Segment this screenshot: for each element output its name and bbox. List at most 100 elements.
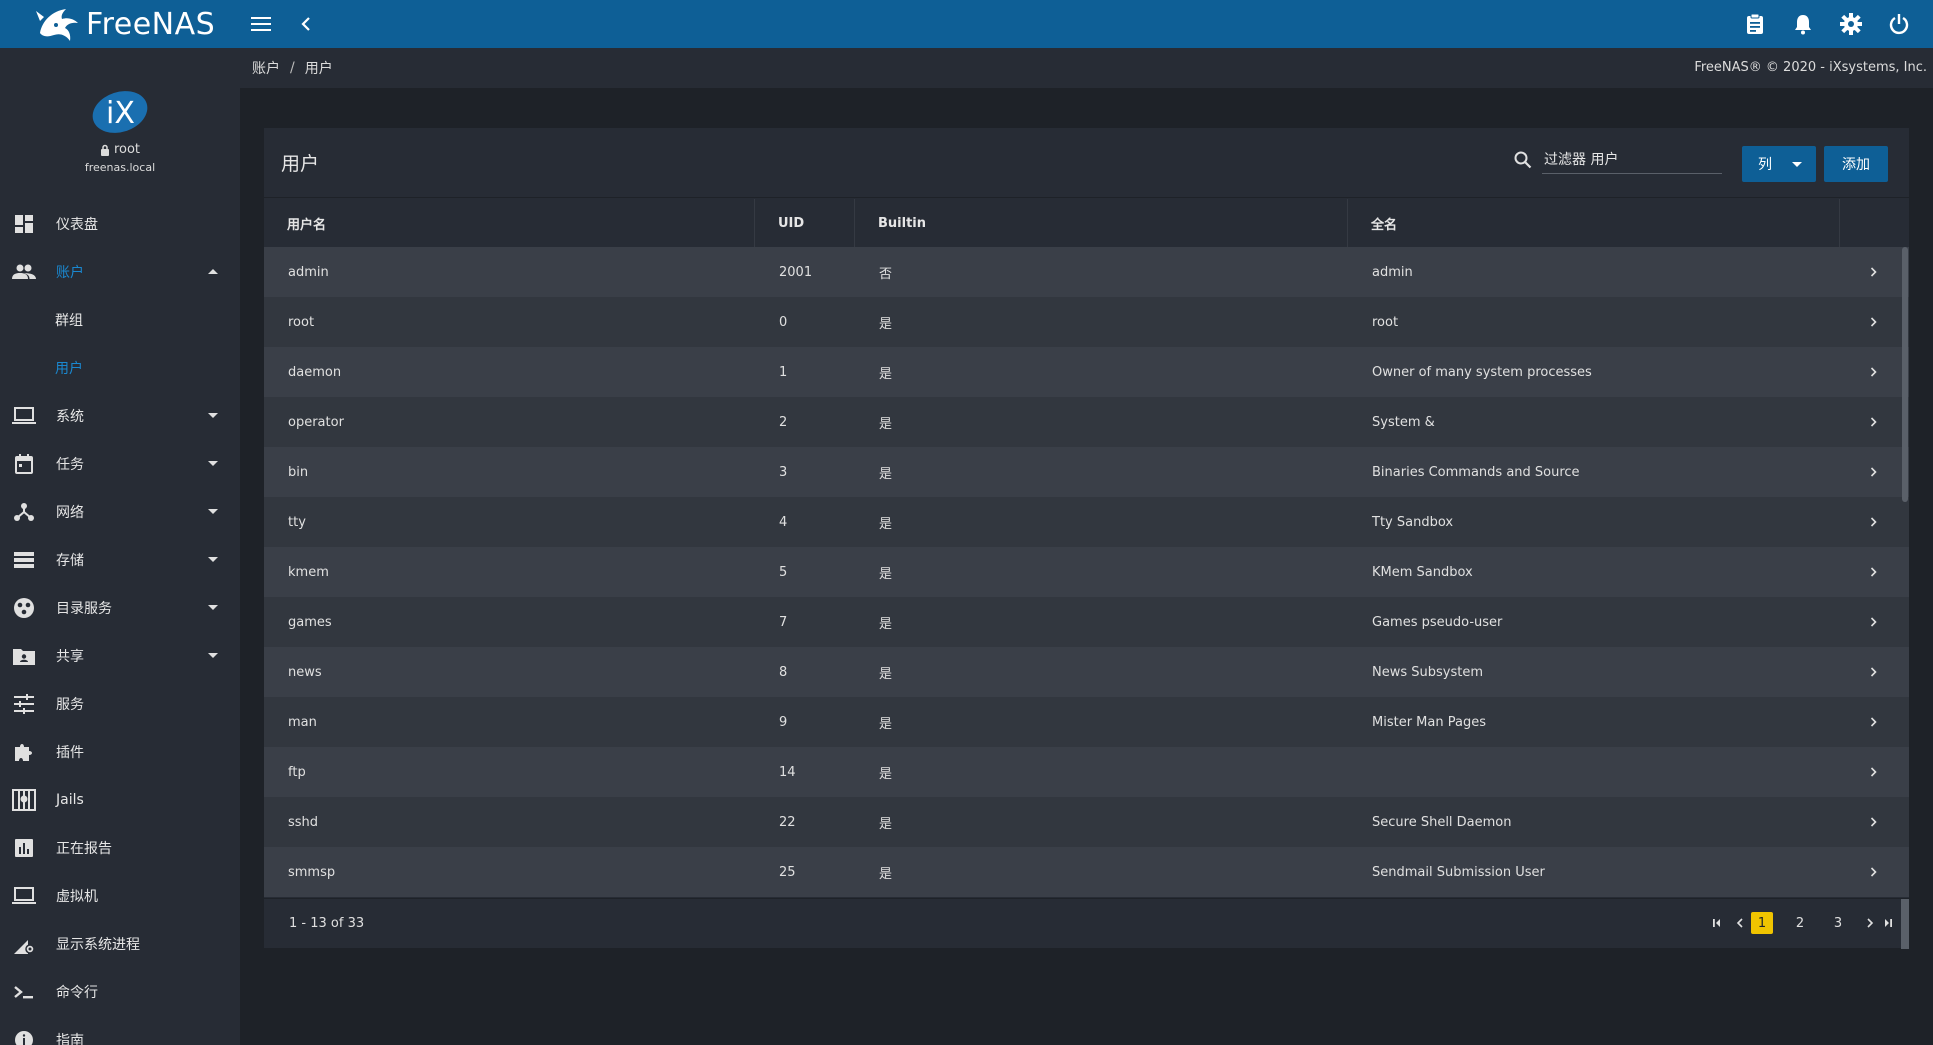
share-folder-icon xyxy=(12,644,36,668)
notifications-button[interactable] xyxy=(1779,0,1827,48)
table-row[interactable]: admin 2001 否 admin xyxy=(264,247,1909,297)
sidebar-item-users[interactable]: 用户 xyxy=(0,344,240,392)
add-user-button[interactable]: 添加 xyxy=(1824,146,1888,182)
sidebar-item-dashboard[interactable]: 仪表盘 xyxy=(0,200,240,248)
sidebar-item-guide[interactable]: 指南 xyxy=(0,1016,240,1045)
column-header-fullname[interactable]: 全名 xyxy=(1348,199,1840,247)
expand-row-button[interactable] xyxy=(1840,397,1894,447)
table-row[interactable]: daemon 1 是 Owner of many system processes xyxy=(264,347,1909,397)
process-icon xyxy=(12,932,36,956)
page-button-2[interactable]: 2 xyxy=(1789,912,1811,934)
sidebar-item-label: 正在报告 xyxy=(56,841,112,857)
task-manager-button[interactable] xyxy=(1731,0,1779,48)
settings-button[interactable] xyxy=(1827,0,1875,48)
menu-toggle-button[interactable] xyxy=(240,0,284,48)
table-row[interactable]: smmsp 25 是 Sendmail Submission User xyxy=(264,847,1909,897)
next-page-button[interactable] xyxy=(1865,912,1875,934)
expand-row-button[interactable] xyxy=(1840,447,1894,497)
table-row[interactable]: news 8 是 News Subsystem xyxy=(264,647,1909,697)
top-toolbar: FreeNAS xyxy=(0,0,1933,48)
sidebar-item-storage[interactable]: 存储 xyxy=(0,536,240,584)
chevron-down-icon xyxy=(208,653,218,658)
sidebar-item-shell[interactable]: 命令行 xyxy=(0,968,240,1016)
expand-row-button[interactable] xyxy=(1840,797,1894,847)
cell-builtin: 是 xyxy=(879,516,893,532)
sidebar-item-network[interactable]: 网络 xyxy=(0,488,240,536)
scrollbar-thumb[interactable] xyxy=(1902,247,1908,502)
ixsystems-logo: iX xyxy=(92,91,148,133)
sidebar-item-directory-services[interactable]: 目录服务 xyxy=(0,584,240,632)
sidebar-item-sharing[interactable]: 共享 xyxy=(0,632,240,680)
sidebar-item-services[interactable]: 服务 xyxy=(0,680,240,728)
expand-row-button[interactable] xyxy=(1840,297,1894,347)
cell-uid: 25 xyxy=(779,864,796,880)
table-row[interactable]: games 7 是 Games pseudo-user xyxy=(264,597,1909,647)
page-button-1[interactable]: 1 xyxy=(1751,912,1773,934)
chevron-down-icon xyxy=(208,605,218,610)
sidebar-item-label: 命令行 xyxy=(56,985,98,1001)
sidebar-item-jails[interactable]: Jails xyxy=(0,776,240,824)
search-input[interactable] xyxy=(1542,146,1722,174)
page-button-3[interactable]: 3 xyxy=(1827,912,1849,934)
cell-fullname: Binaries Commands and Source xyxy=(1372,464,1580,480)
expand-row-button[interactable] xyxy=(1840,247,1894,297)
sidebar-item-system[interactable]: 系统 xyxy=(0,392,240,440)
column-header-username[interactable]: 用户名 xyxy=(264,199,755,247)
cell-uid: 9 xyxy=(779,714,788,730)
expand-row-button[interactable] xyxy=(1840,747,1894,797)
power-button[interactable] xyxy=(1875,0,1923,48)
chevron-right-icon xyxy=(1870,617,1877,627)
cell-builtin: 否 xyxy=(879,266,893,282)
sidebar-item-label: 指南 xyxy=(56,1033,84,1045)
card-header: 用户 列 添加 xyxy=(264,128,1909,198)
sidebar-item-groups[interactable]: 群组 xyxy=(0,296,240,344)
cell-builtin: 是 xyxy=(879,716,893,732)
expand-row-button[interactable] xyxy=(1840,347,1894,397)
sidebar-item-system-processes[interactable]: 显示系统进程 xyxy=(0,920,240,968)
sidebar-item-plugins[interactable]: 插件 xyxy=(0,728,240,776)
freenas-logo[interactable]: FreeNAS xyxy=(0,0,240,48)
expand-row-button[interactable] xyxy=(1840,697,1894,747)
sidebar-item-accounts[interactable]: 账户 xyxy=(0,248,240,296)
cell-builtin: 是 xyxy=(879,866,893,882)
sidebar-item-reporting[interactable]: 正在报告 xyxy=(0,824,240,872)
sidebar-item-tasks[interactable]: 任务 xyxy=(0,440,240,488)
cell-fullname: News Subsystem xyxy=(1372,664,1484,680)
chevron-down-icon xyxy=(208,509,218,514)
cell-username: bin xyxy=(288,464,309,480)
columns-button[interactable]: 列 xyxy=(1742,146,1816,182)
sidebar-item-label: 虚拟机 xyxy=(56,889,98,905)
sidebar-item-label: Jails xyxy=(56,792,84,808)
gear-icon xyxy=(1840,13,1862,35)
expand-row-button[interactable] xyxy=(1840,847,1894,897)
sidebar-item-label: 系统 xyxy=(56,409,84,425)
breadcrumb-accounts[interactable]: 账户 xyxy=(252,58,280,78)
column-header-builtin[interactable]: Builtin xyxy=(855,199,1348,247)
table-row[interactable]: kmem 5 是 KMem Sandbox xyxy=(264,547,1909,597)
table-row[interactable]: operator 2 是 System & xyxy=(264,397,1909,447)
chevron-right-icon xyxy=(1870,317,1877,327)
table-row[interactable]: root 0 是 root xyxy=(264,297,1909,347)
first-page-button[interactable] xyxy=(1707,912,1729,934)
expand-row-button[interactable] xyxy=(1840,647,1894,697)
sidebar-item-vms[interactable]: 虚拟机 xyxy=(0,872,240,920)
dashboard-icon xyxy=(12,212,36,236)
table-row[interactable]: tty 4 是 Tty Sandbox xyxy=(264,497,1909,547)
table-row[interactable]: bin 3 是 Binaries Commands and Source xyxy=(264,447,1909,497)
expand-row-button[interactable] xyxy=(1840,597,1894,647)
cell-uid: 7 xyxy=(779,614,788,630)
table-scrollbar[interactable] xyxy=(1899,247,1909,897)
cell-username: admin xyxy=(288,264,329,280)
expand-row-button[interactable] xyxy=(1840,497,1894,547)
prev-page-button[interactable] xyxy=(1735,912,1745,934)
cell-fullname: Secure Shell Daemon xyxy=(1372,814,1512,830)
laptop-icon xyxy=(12,404,36,428)
column-header-uid[interactable]: UID xyxy=(755,199,855,247)
directory-icon xyxy=(12,596,36,620)
expand-row-button[interactable] xyxy=(1840,547,1894,597)
table-row[interactable]: sshd 22 是 Secure Shell Daemon xyxy=(264,797,1909,847)
table-row[interactable]: ftp 14 是 xyxy=(264,747,1909,797)
table-row[interactable]: man 9 是 Mister Man Pages xyxy=(264,697,1909,747)
last-page-button[interactable] xyxy=(1881,912,1893,934)
collapse-sidebar-button[interactable] xyxy=(284,0,328,48)
